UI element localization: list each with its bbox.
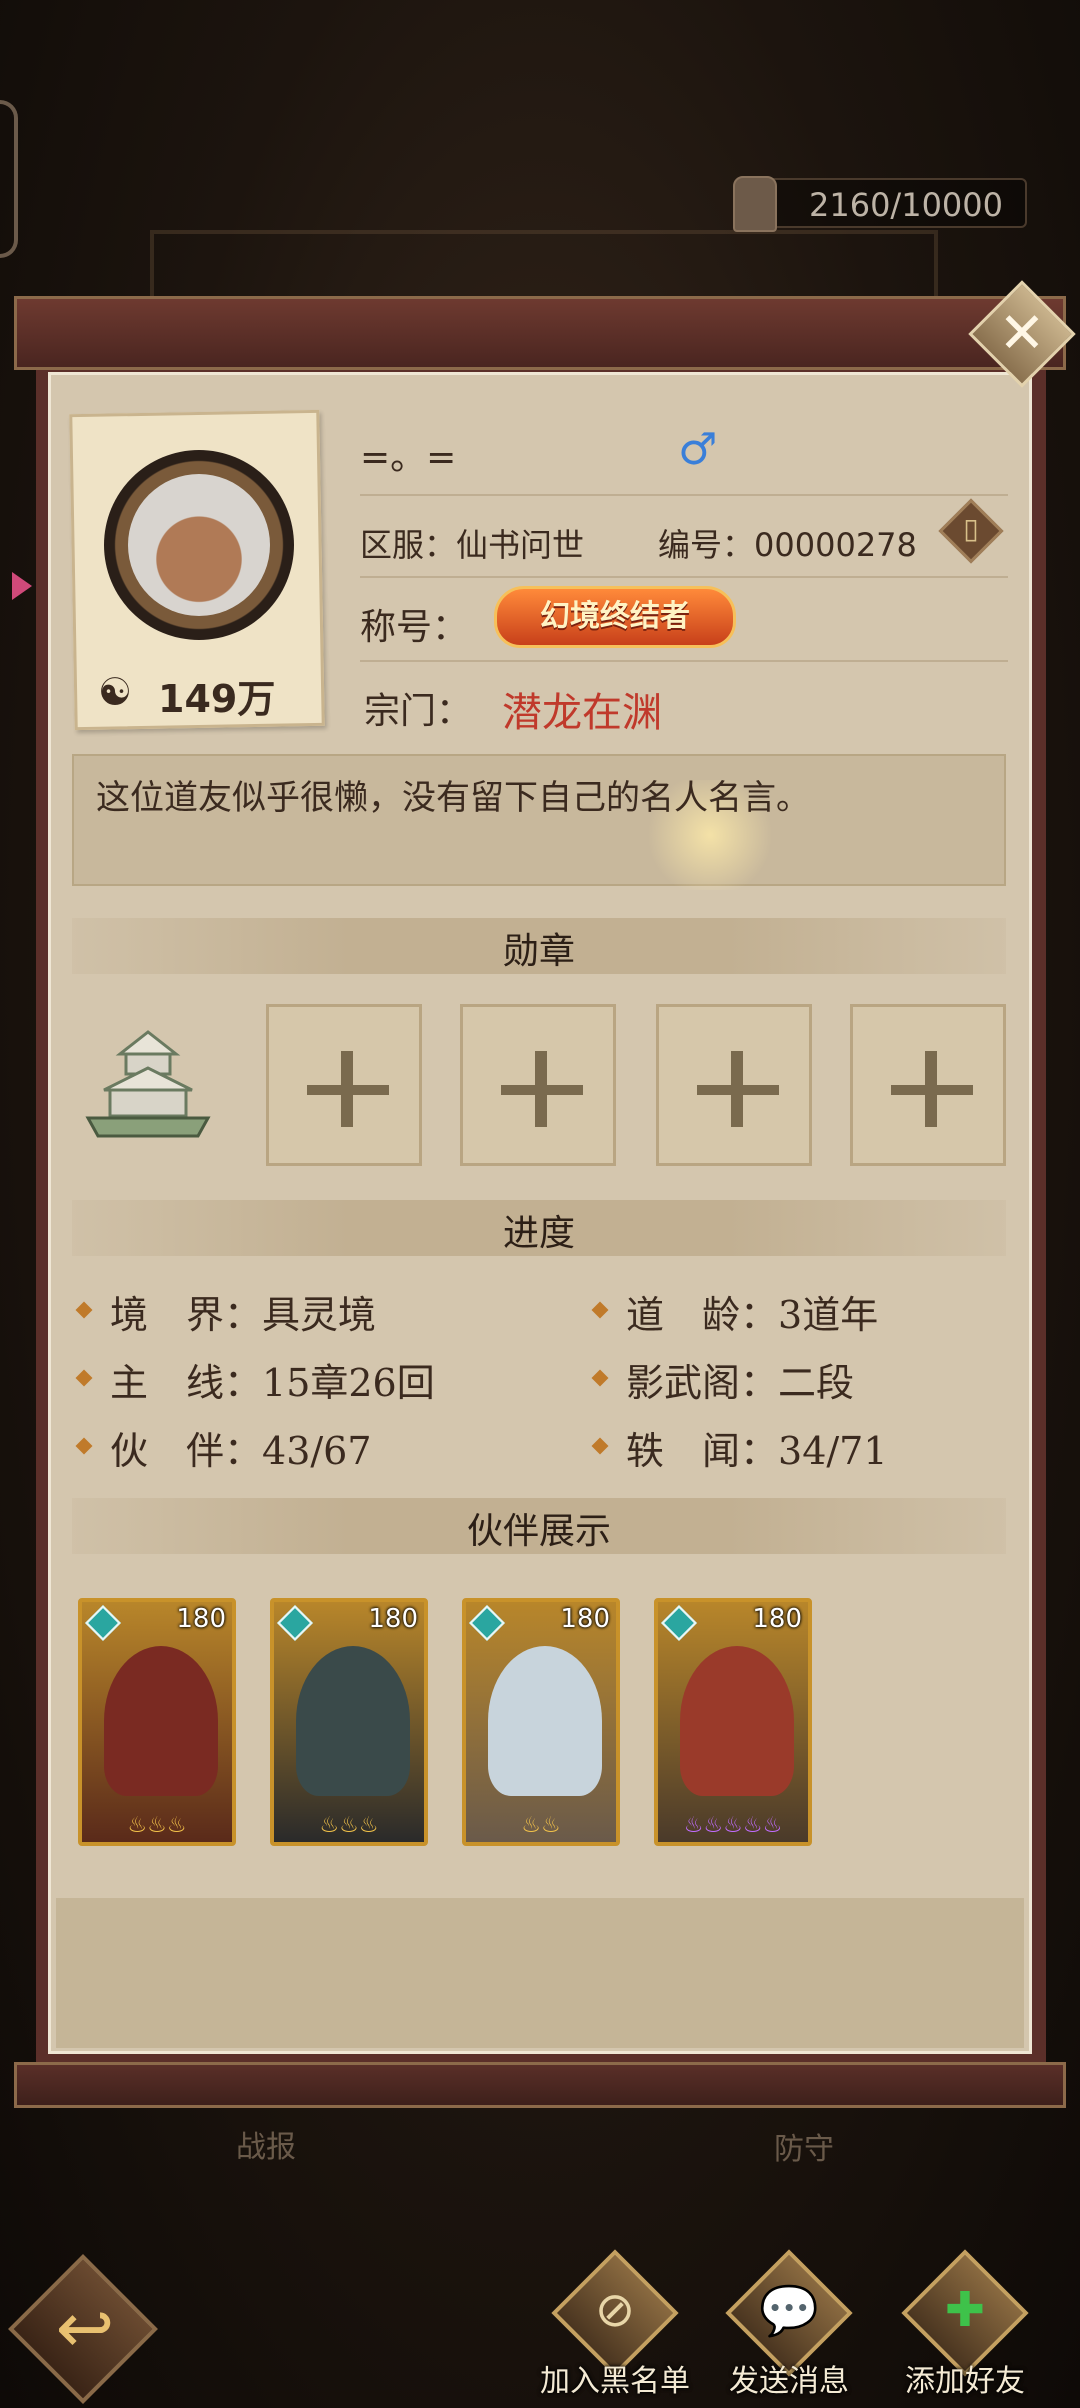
close-icon[interactable]: ✕ [984, 296, 1060, 372]
resource-counter: 2160/10000 [733, 176, 1027, 232]
progress-shadow-pavilion: 影武阁：二段 [626, 1352, 854, 1407]
add-friend-label: 添加好友 [905, 2364, 1025, 2399]
medal-slot-1[interactable] [266, 1004, 422, 1166]
player-name: =。= [360, 437, 457, 478]
sect-label: 宗门： [364, 691, 473, 732]
chat-bubble-icon: 💬 [759, 2283, 819, 2339]
stat-label: 道 龄： [626, 1293, 779, 1337]
stat-value: 43/67 [262, 1429, 372, 1473]
copy-icon[interactable]: ▯ [956, 512, 986, 548]
blacklist-icon: ⊘ [594, 2282, 636, 2338]
title-badge[interactable]: 幻境终结者 [494, 586, 736, 648]
id-label: 编号： [658, 526, 755, 564]
progress-title: 进度 [502, 1213, 575, 1254]
stat-value: 二段 [778, 1361, 855, 1405]
partners-title: 伙伴展示 [466, 1511, 611, 1552]
divider [360, 494, 1008, 496]
partner-card-3[interactable]: 180 ♨♨ [462, 1598, 620, 1846]
partner-level: 180 [176, 1604, 226, 1634]
empty-content-area [56, 1898, 1024, 2048]
avatar[interactable] [128, 474, 270, 616]
element-icon [84, 1604, 122, 1642]
partner-stars: ♨♨♨♨♨ [683, 1813, 783, 1838]
stat-label: 影武阁： [626, 1361, 779, 1405]
pagoda-icon[interactable] [80, 1028, 216, 1140]
medals-title: 勋章 [502, 931, 575, 972]
medal-slot-4[interactable] [850, 1004, 1006, 1166]
id-value: 00000278 [754, 526, 917, 564]
medal-slot-3[interactable] [656, 1004, 812, 1166]
motto-text: 这位道友似乎很懒，没有留下自己的名人名言。 [96, 778, 810, 818]
partner-portrait [296, 1646, 410, 1796]
stat-value: 具灵境 [262, 1293, 377, 1337]
stat-label: 境 界： [110, 1293, 263, 1337]
title-label: 称号： [360, 607, 469, 648]
partner-card-4[interactable]: 180 ♨♨♨♨♨ [654, 1598, 812, 1846]
stat-value: 34/71 [778, 1429, 888, 1473]
stat-label: 主 线： [110, 1361, 263, 1405]
divider [360, 576, 1008, 578]
player-id: 编号：00000278 [658, 520, 917, 566]
server-info: 区服：仙书问世 [360, 520, 584, 566]
panel-bottom-rod [14, 2062, 1066, 2108]
progress-mainline: 主 线：15章26回 [110, 1352, 435, 1407]
resource-counter-value: 2160/10000 [808, 186, 1003, 224]
partner-level: 180 [752, 1604, 802, 1634]
element-icon [276, 1604, 314, 1642]
divider [360, 660, 1008, 662]
medal-slot-2[interactable] [460, 1004, 616, 1166]
tab-battle-report[interactable]: 战报 [236, 2122, 296, 2166]
server-value: 仙书问世 [456, 526, 585, 564]
progress-partners: 伙 伴：43/67 [110, 1420, 372, 1475]
partner-portrait [680, 1646, 794, 1796]
side-drawer-handle[interactable] [0, 100, 18, 258]
blacklist-label: 加入黑名单 [540, 2364, 690, 2399]
power-value: 149万 [158, 677, 276, 721]
partner-stars: ♨♨ [521, 1813, 561, 1838]
male-icon: ♂ [678, 424, 718, 475]
stat-label: 轶 闻： [626, 1429, 779, 1473]
add-friend-icon: ✚ [944, 2282, 986, 2338]
progress-realm: 境 界：具灵境 [110, 1284, 376, 1339]
partner-portrait [104, 1646, 218, 1796]
partner-card-2[interactable]: 180 ♨♨♨ [270, 1598, 428, 1846]
progress-dao-age: 道 龄：3道年 [626, 1284, 878, 1339]
partner-portrait [488, 1646, 602, 1796]
stat-label: 伙 伴： [110, 1429, 263, 1473]
resource-icon [733, 176, 777, 232]
partner-level: 180 [368, 1604, 418, 1634]
stat-value: 15章26回 [262, 1361, 435, 1405]
back-arrow-icon[interactable]: ↩ [40, 2288, 130, 2368]
element-icon [468, 1604, 506, 1642]
progress-anecdotes: 轶 闻：34/71 [626, 1420, 888, 1475]
element-icon [660, 1604, 698, 1642]
tab-defense[interactable]: 防守 [774, 2124, 834, 2168]
partner-level: 180 [560, 1604, 610, 1634]
stat-value: 3道年 [778, 1293, 879, 1337]
send-message-label: 发送消息 [729, 2364, 849, 2399]
power-icon: ☯ [98, 670, 133, 714]
partner-stars: ♨♨♨ [319, 1813, 379, 1838]
partner-card-1[interactable]: 180 ♨♨♨ [78, 1598, 236, 1846]
sect-value[interactable]: 潜龙在渊 [502, 680, 662, 738]
side-drawer-arrow-icon[interactable] [12, 572, 32, 600]
panel-top-rod [14, 296, 1066, 370]
server-label: 区服： [360, 526, 457, 564]
partner-stars: ♨♨♨ [127, 1813, 187, 1838]
